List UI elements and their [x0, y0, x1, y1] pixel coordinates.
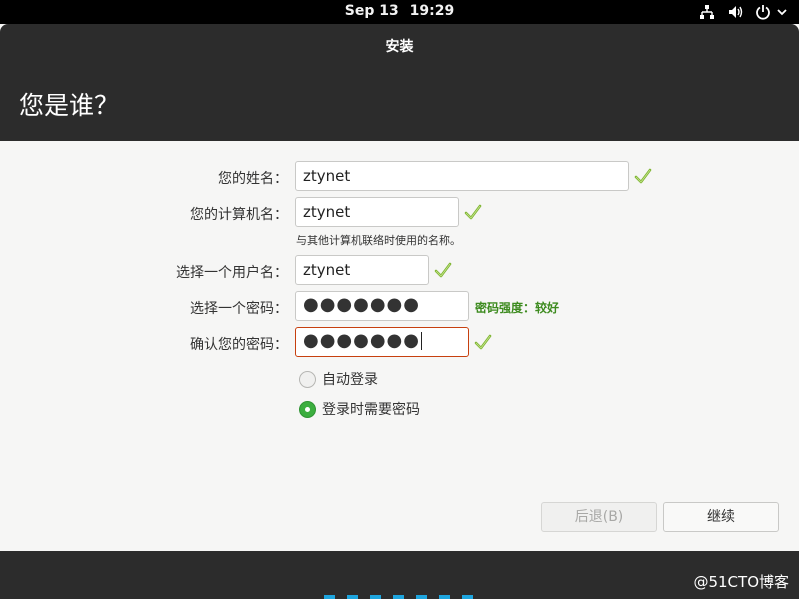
back-button[interactable]: 后退(B)	[541, 502, 657, 532]
clock-time: 19:29	[409, 3, 455, 19]
require-password-radio[interactable]	[299, 400, 316, 418]
name-valid-check-icon	[634, 168, 652, 184]
auto-login-label: 自动登录	[322, 372, 378, 388]
chevron-down-icon[interactable]	[775, 2, 789, 22]
name-field[interactable]: ztynet	[295, 161, 629, 191]
window-title: 安装	[385, 39, 414, 55]
progress-dot	[324, 595, 335, 599]
bottom-bar: @51CTO博客	[0, 551, 799, 599]
network-icon[interactable]	[697, 2, 717, 22]
username-field[interactable]: ztynet	[295, 255, 429, 285]
computer-name-label: 您的计算机名：	[190, 207, 288, 223]
computer-name-valid-check-icon	[464, 204, 482, 220]
name-label: 您的姓名：	[218, 171, 288, 187]
confirm-valid-check-icon	[474, 334, 492, 350]
computer-name-hint: 与其他计算机联络时使用的名称。	[296, 234, 461, 247]
progress-dot	[370, 595, 381, 599]
username-valid-check-icon	[434, 262, 452, 278]
install-progress-dots	[324, 595, 485, 599]
watermark: @51CTO博客	[693, 573, 789, 591]
progress-dot	[416, 595, 427, 599]
confirm-password-label: 确认您的密码：	[190, 337, 288, 353]
continue-button[interactable]: 继续	[663, 502, 779, 532]
page-title: 您是谁？	[19, 91, 120, 120]
window-header: 安装 您是谁？	[0, 24, 799, 141]
require-password-option[interactable]: 登录时需要密码	[299, 399, 420, 419]
computer-name-field[interactable]: ztynet	[295, 197, 459, 227]
progress-dot	[439, 595, 450, 599]
clock-date: Sep 13	[344, 3, 399, 19]
progress-dot	[393, 595, 404, 599]
password-label: 选择一个密码：	[190, 301, 288, 317]
password-strength: 密码强度：较好	[475, 301, 560, 315]
progress-dot	[347, 595, 358, 599]
confirm-password-field[interactable]: ●●●●●●●	[295, 327, 469, 357]
volume-icon[interactable]	[725, 2, 745, 22]
require-password-label: 登录时需要密码	[322, 402, 420, 418]
installer-window: 安装 您是谁？ 您的姓名： ztynet 您的计算机名： ztynet 与其他计…	[0, 24, 799, 599]
password-field[interactable]: ●●●●●●●	[295, 291, 469, 321]
username-label: 选择一个用户名：	[176, 265, 288, 281]
clock[interactable]: Sep 13 19:29	[0, 3, 799, 19]
progress-dot	[462, 595, 473, 599]
top-bar: Sep 13 19:29	[0, 0, 799, 24]
auto-login-option[interactable]: 自动登录	[299, 369, 378, 389]
confirm-password-dots: ●●●●●●●	[303, 330, 420, 351]
text-caret	[420, 332, 422, 350]
auto-login-radio[interactable]	[299, 370, 316, 388]
power-icon[interactable]	[753, 2, 773, 22]
system-tray[interactable]	[689, 2, 789, 22]
